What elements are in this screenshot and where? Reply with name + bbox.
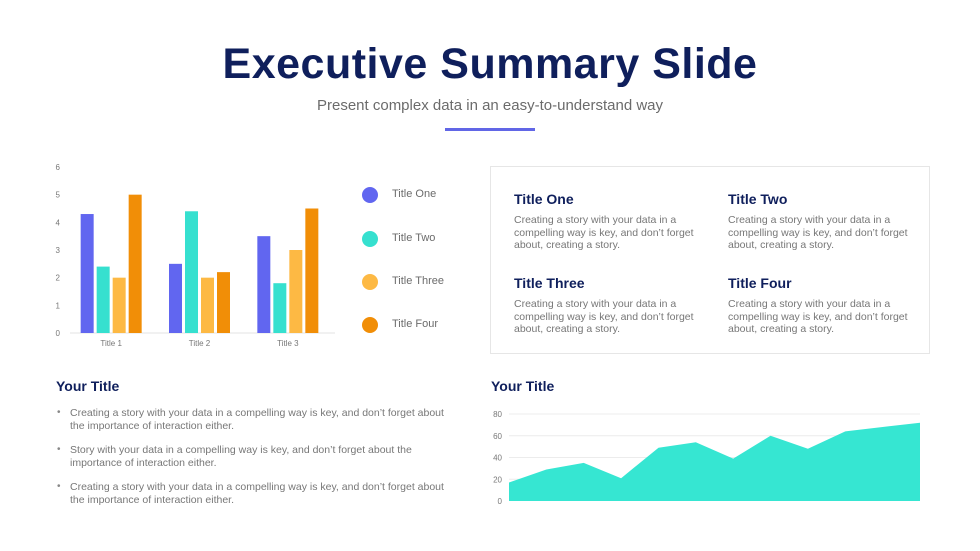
bullet-item: • Creating a story with your data in a co… [56,407,456,432]
bar-title-two [96,266,110,333]
y-tick-label: 0 [498,497,503,506]
legend-label: Title Two [392,232,436,244]
summary-item-title-three: Title Three Creating a story with your d… [514,275,704,336]
bullet-item: • Story with your data in a compelling wa… [56,444,456,469]
legend-label: Title Three [392,275,444,287]
y-tick-label: 1 [56,301,61,310]
y-tick-label: 60 [493,432,502,441]
bar-title-four [217,272,230,333]
y-tick-label: 20 [493,475,502,484]
y-tick-label: 80 [493,410,502,419]
y-tick-label: 6 [56,163,61,172]
summary-item-text: Creating a story with your data in a com… [514,298,694,335]
legend-swatch [362,231,378,247]
bar-title-three [112,277,126,333]
legend-swatch [362,317,378,333]
bar-title-one [169,263,182,333]
x-tick-label: Title 2 [189,339,211,348]
bar-title-two [185,211,198,333]
summary-item-text: Creating a story with your data in a com… [514,214,694,251]
bullet-icon: • [57,444,61,455]
summary-item-heading: Title One [514,191,574,207]
y-tick-label: 3 [56,246,61,255]
bar-title-one [257,236,271,333]
bar-title-three [201,277,214,333]
left-section-title: Your Title [56,378,120,394]
area-series [509,422,920,501]
y-tick-label: 5 [56,191,61,200]
summary-item-text: Creating a story with your data in a com… [728,298,908,335]
bullet-item: • Creating a story with your data in a co… [56,481,456,506]
slide-subtitle: Present complex data in an easy-to-under… [316,97,664,114]
accent-divider [445,128,535,131]
x-tick-label: Title 1 [100,339,122,348]
summary-item-heading: Title Four [728,275,792,291]
slide-title: Executive Summary Slide [222,40,758,88]
right-section-title: Your Title [491,378,555,394]
bullet-list: • Creating a story with your data in a co… [56,407,456,518]
y-tick-label: 4 [56,218,61,227]
legend-label: Title Four [392,318,439,330]
legend-label: Title One [392,188,437,200]
x-tick-label: Title 3 [277,339,299,348]
bullet-text: Story with your data in a compelling way… [70,444,412,469]
legend-swatch [362,187,378,203]
bullet-icon: • [57,481,61,492]
bar-title-four [128,194,142,333]
y-tick-label: 2 [56,274,61,283]
legend-item-title-one: Title One [360,185,480,205]
area-chart: 0 20 40 60 80 [493,410,921,506]
legend-item-title-two: Title Two [360,229,480,249]
bar-title-two [273,283,287,333]
summary-item-title-four: Title Four Creating a story with your da… [728,275,918,336]
y-tick-label: 40 [493,454,502,463]
y-tick-label: 0 [56,329,61,338]
bar-chart: 0 1 2 3 4 5 6 Title 1 Title 2 Title 3 [56,163,335,348]
bullet-icon: • [57,407,61,418]
summary-item-title-two: Title Two Creating a story with your dat… [728,191,918,252]
summary-item-heading: Title Three [514,275,585,291]
legend-swatch [362,274,378,290]
summary-item-title-one: Title One Creating a story with your dat… [514,191,704,252]
bar-title-three [289,250,303,333]
summary-item-text: Creating a story with your data in a com… [728,214,908,251]
legend-item-title-four: Title Four [360,315,480,335]
bullet-text: Creating a story with your data in a com… [70,407,444,432]
bullet-text: Creating a story with your data in a com… [70,481,444,506]
bar-title-four [305,208,319,333]
summary-card: Title One Creating a story with your dat… [490,166,930,354]
legend-item-title-three: Title Three [360,272,480,292]
summary-item-heading: Title Two [728,191,788,207]
bar-title-one [80,214,94,333]
